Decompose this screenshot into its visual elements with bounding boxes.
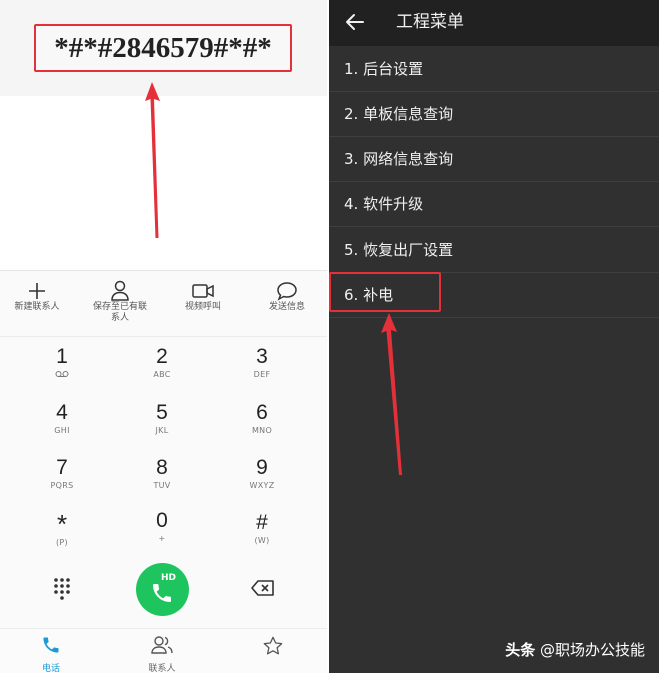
- add-icon: [29, 283, 45, 299]
- message-icon: [277, 282, 297, 301]
- key-7[interactable]: 7 PQRS: [17, 456, 107, 506]
- key-star[interactable]: * (P): [17, 511, 107, 561]
- menu-item-software-upgrade[interactable]: 4. 软件升级: [329, 182, 659, 227]
- key-6-digit: 6: [256, 401, 268, 424]
- menu-item-label: 3. 网络信息查询: [344, 150, 454, 168]
- phone-icon: [43, 637, 59, 653]
- key-hash-letters: (W): [254, 536, 270, 545]
- key-7-digit: 7: [56, 456, 68, 479]
- menu-item-label: 5. 恢复出厂设置: [344, 241, 454, 259]
- key-0[interactable]: 0 +: [117, 509, 207, 559]
- key-5-digit: 5: [156, 401, 168, 424]
- key-4-digit: 4: [56, 401, 68, 424]
- back-arrow-icon[interactable]: [345, 12, 365, 32]
- save-to-contact-label: 保存至已有联系人: [92, 302, 147, 323]
- tab-contacts[interactable]: 联系人: [122, 635, 202, 673]
- send-message-button[interactable]: 发送信息: [247, 272, 327, 313]
- tab-contacts-label: 联系人: [148, 664, 176, 673]
- hd-badge: HD: [161, 573, 177, 583]
- menu-item-background-settings[interactable]: 1. 后台设置: [329, 47, 659, 92]
- tab-phone[interactable]: 电话: [11, 635, 91, 673]
- menu-item-network-info[interactable]: 3. 网络信息查询: [329, 137, 659, 182]
- key-6[interactable]: 6 MNO: [217, 401, 307, 451]
- star-icon: [263, 636, 283, 655]
- backspace-icon[interactable]: [250, 578, 276, 598]
- dialed-number[interactable]: *#*#2846579#*#*: [34, 24, 292, 72]
- key-9[interactable]: 9 WXYZ: [217, 456, 307, 506]
- menu-item-label: 2. 单板信息查询: [344, 105, 454, 123]
- highlight-box: [329, 272, 441, 312]
- key-5-letters: JKL: [155, 426, 169, 435]
- new-contact-label: 新建联系人: [14, 302, 60, 312]
- video-call-label: 视频呼叫: [184, 302, 221, 312]
- save-to-contact-button[interactable]: 保存至已有联系人: [80, 272, 160, 324]
- key-9-letters: WXYZ: [249, 481, 275, 490]
- menu-item-factory-reset[interactable]: 5. 恢复出厂设置: [329, 228, 659, 273]
- menu-item-label: 4. 软件升级: [344, 195, 424, 213]
- key-2[interactable]: 2 ABC: [117, 345, 207, 395]
- call-button[interactable]: [136, 563, 189, 616]
- key-hash[interactable]: # (W): [217, 511, 307, 561]
- key-9-digit: 9: [256, 456, 268, 479]
- key-3[interactable]: 3 DEF: [217, 345, 307, 395]
- key-1[interactable]: 1: [17, 345, 107, 395]
- phone-icon: [152, 583, 171, 602]
- dialer-panel: *#*#2846579#*#* 新建联系人 保存至已有联系人 视频呼叫 发送信息…: [0, 0, 327, 673]
- action-row: 新建联系人 保存至已有联系人 视频呼叫 发送信息: [0, 272, 327, 334]
- key-8-letters: TUV: [153, 481, 171, 490]
- tab-favorites[interactable]: [233, 635, 313, 661]
- key-0-letters: +: [158, 534, 166, 543]
- divider: [0, 336, 327, 337]
- person-icon: [111, 280, 129, 301]
- dialpad-toggle-icon[interactable]: [50, 576, 74, 600]
- page-title: 工程菜单: [396, 12, 464, 32]
- key-8-digit: 8: [156, 456, 168, 479]
- video-call-icon: [192, 284, 214, 298]
- bottom-nav: 电话 联系人: [0, 628, 327, 673]
- key-2-letters: ABC: [153, 370, 171, 379]
- key-4[interactable]: 4 GHI: [17, 401, 107, 451]
- menu-header: 工程菜单: [329, 0, 659, 46]
- key-4-letters: GHI: [54, 426, 70, 435]
- video-call-button[interactable]: 视频呼叫: [163, 272, 243, 313]
- key-7-letters: PQRS: [50, 481, 74, 490]
- key-star-symbol: *: [56, 509, 68, 539]
- key-3-letters: DEF: [253, 370, 271, 379]
- key-8[interactable]: 8 TUV: [117, 456, 207, 506]
- voicemail-icon: [17, 370, 107, 381]
- key-3-digit: 3: [256, 345, 268, 368]
- engineering-menu-panel: 工程菜单 1. 后台设置 2. 单板信息查询 3. 网络信息查询 4. 软件升级…: [329, 0, 659, 673]
- key-1-digit: 1: [56, 345, 68, 368]
- watermark-handle: @职场办公技能: [539, 641, 645, 659]
- watermark: 头条 @职场办公技能: [505, 639, 645, 660]
- menu-item-board-info[interactable]: 2. 单板信息查询: [329, 92, 659, 137]
- dial-display: *#*#2846579#*#*: [0, 0, 327, 96]
- new-contact-button[interactable]: 新建联系人: [0, 272, 77, 313]
- menu-item-label: 1. 后台设置: [344, 60, 424, 78]
- tab-phone-label: 电话: [41, 664, 60, 673]
- contacts-icon: [151, 636, 173, 654]
- key-star-letters: (P): [56, 538, 68, 547]
- watermark-brand: 头条: [505, 641, 536, 659]
- key-5[interactable]: 5 JKL: [117, 401, 207, 451]
- key-2-digit: 2: [156, 345, 168, 368]
- key-0-digit: 0: [156, 509, 168, 532]
- send-message-label: 发送信息: [268, 302, 305, 312]
- key-hash-symbol: #: [256, 511, 268, 534]
- key-6-letters: MNO: [251, 426, 273, 435]
